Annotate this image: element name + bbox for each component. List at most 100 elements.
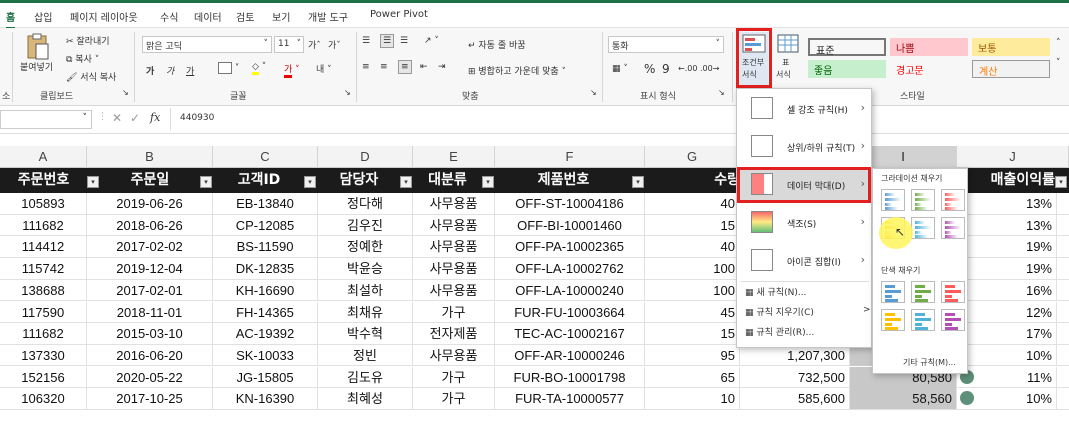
cell-order-date[interactable]: 2017-10-25 bbox=[87, 388, 213, 410]
dialog-launcher-icon[interactable]: ↘ bbox=[122, 88, 129, 97]
font-color-button[interactable]: 가 ˅ bbox=[284, 62, 300, 78]
dialog-launcher-icon[interactable]: ↘ bbox=[590, 88, 597, 97]
cell-rep[interactable]: 최채유 bbox=[318, 301, 413, 323]
cell-product-no[interactable]: OFF-AR-10000246 bbox=[495, 344, 645, 366]
menu-item-manage-rules[interactable]: ▦ 규칙 관리(R)... bbox=[745, 325, 814, 345]
cell-rep[interactable]: 김우진 bbox=[318, 214, 413, 236]
header-cell[interactable]: 주문번호 bbox=[0, 168, 87, 193]
font-size-select[interactable]: 11 ˅ bbox=[274, 36, 304, 53]
shrink-font-button[interactable]: 가ˇ bbox=[328, 38, 341, 51]
cell-product-no[interactable]: OFF-LA-10002762 bbox=[495, 258, 645, 280]
cell-customer-id[interactable]: JG-15805 bbox=[213, 366, 318, 388]
cell-order-date[interactable]: 2019-12-04 bbox=[87, 258, 213, 280]
cell-product-no[interactable]: TEC-AC-10002167 bbox=[495, 323, 645, 345]
cell-quantity[interactable]: 15 bbox=[645, 214, 740, 236]
cell-product-no[interactable]: OFF-PA-10002365 bbox=[495, 236, 645, 258]
increase-indent-button[interactable]: ⇥ bbox=[438, 62, 446, 72]
cell-category[interactable]: 전자제품 bbox=[413, 323, 495, 345]
paste-button[interactable] bbox=[22, 32, 56, 62]
cell-rep[interactable]: 정빈 bbox=[318, 344, 413, 366]
cell-order-no[interactable]: 137330 bbox=[0, 344, 87, 366]
cell-quantity[interactable]: 95 bbox=[645, 344, 740, 366]
cell-order-no[interactable]: 115742 bbox=[0, 258, 87, 280]
menu-item-icon-sets[interactable]: 아이콘 집합(I) › bbox=[739, 243, 871, 279]
cell-category[interactable]: 사무용품 bbox=[413, 214, 495, 236]
format-as-table-button[interactable]: 표 서식 bbox=[776, 32, 800, 86]
align-right-button[interactable]: ≡ bbox=[398, 60, 412, 74]
merge-center-button[interactable]: ⊞ 병합하고 가운데 맞춤 ˅ bbox=[468, 64, 566, 77]
cell-margin[interactable]: 17% bbox=[957, 323, 1057, 345]
cell-margin[interactable]: 16% bbox=[957, 279, 1057, 301]
cell-quantity[interactable]: 100 bbox=[645, 279, 740, 301]
cell-quantity[interactable]: 45 bbox=[645, 301, 740, 323]
cell-product-no[interactable]: OFF-ST-10004186 bbox=[495, 193, 645, 214]
styles-scroll-up-icon[interactable]: ˄ bbox=[1056, 38, 1061, 48]
cell-quantity[interactable]: 65 bbox=[645, 366, 740, 388]
bold-button[interactable]: 가 bbox=[146, 64, 154, 77]
font-name-select[interactable]: 맑은 고딕 ˅ bbox=[142, 36, 272, 53]
wrap-text-button[interactable]: ↵ 자동 줄 바꿈 bbox=[468, 38, 526, 51]
enter-icon[interactable]: ✓ bbox=[130, 111, 140, 125]
comma-button[interactable]: 9 bbox=[662, 62, 670, 76]
cell-customer-id[interactable]: BS-11590 bbox=[213, 236, 318, 258]
cell-sales[interactable]: 1,207,300 bbox=[740, 344, 850, 366]
align-top-button[interactable]: ☰ bbox=[362, 36, 370, 46]
style-calculation[interactable]: 계산 bbox=[972, 60, 1050, 78]
cell-category[interactable]: 사무용품 bbox=[413, 193, 495, 214]
style-bad[interactable]: 나쁨 bbox=[890, 38, 968, 56]
cell-sales[interactable]: 732,500 bbox=[740, 366, 850, 388]
phonetic-button[interactable]: 내 ˅ bbox=[316, 62, 332, 75]
gradient-data-bar-swatch[interactable] bbox=[911, 189, 935, 211]
cell-rep[interactable]: 정다해 bbox=[318, 193, 413, 214]
cell-category[interactable]: 사무용품 bbox=[413, 344, 495, 366]
solid-data-bar-swatch[interactable] bbox=[941, 281, 965, 303]
gradient-data-bar-swatch[interactable] bbox=[941, 217, 965, 239]
cell-rep[interactable]: 김도유 bbox=[318, 366, 413, 388]
styles-scroll-down-icon[interactable]: ˅ bbox=[1056, 58, 1061, 68]
grow-font-button[interactable]: 가ˆ bbox=[308, 38, 321, 51]
cell-margin[interactable]: 12% bbox=[957, 301, 1057, 323]
cell-customer-id[interactable]: AC-19392 bbox=[213, 323, 318, 345]
cell-profit[interactable]: 58,560 bbox=[850, 388, 957, 410]
column-header-E[interactable]: E bbox=[413, 146, 495, 168]
solid-data-bar-swatch[interactable] bbox=[881, 281, 905, 303]
cell-sales[interactable]: 585,600 bbox=[740, 388, 850, 410]
cell-customer-id[interactable]: DK-12835 bbox=[213, 258, 318, 280]
menu-item-new-rule[interactable]: ▦ 새 규칙(N)... bbox=[745, 285, 806, 305]
tab-data[interactable]: 데이터 bbox=[194, 9, 222, 24]
cell-rep[interactable]: 박윤승 bbox=[318, 258, 413, 280]
column-header-C[interactable]: C bbox=[213, 146, 318, 168]
dialog-launcher-icon[interactable]: ↘ bbox=[718, 88, 725, 97]
menu-item-more-rules[interactable]: 기타 규칙(M)... bbox=[903, 357, 956, 368]
format-painter-button[interactable]: 🖌 서식 복사 bbox=[66, 70, 116, 83]
cell-margin[interactable]: 19% bbox=[957, 258, 1057, 280]
dialog-launcher-icon[interactable]: ↘ bbox=[344, 88, 351, 97]
cell-order-date[interactable]: 2019-06-26 bbox=[87, 193, 213, 214]
cell-order-no[interactable]: 105893 bbox=[0, 193, 87, 214]
tab-view[interactable]: 보기 bbox=[272, 9, 290, 24]
formula-input[interactable]: 440930 bbox=[180, 113, 214, 123]
filter-button[interactable]: ▾ bbox=[1055, 176, 1067, 188]
cell-margin[interactable]: 19% bbox=[957, 236, 1057, 258]
style-neutral[interactable]: 보통 bbox=[972, 38, 1050, 56]
cell-customer-id[interactable]: EB-13840 bbox=[213, 193, 318, 214]
tab-home[interactable]: 홈 bbox=[6, 9, 16, 29]
column-header-F[interactable]: F bbox=[495, 146, 645, 168]
tab-page-layout[interactable]: 페이지 레이아웃 bbox=[70, 9, 138, 24]
cell-margin[interactable]: 13% bbox=[957, 214, 1057, 236]
tab-power-pivot[interactable]: Power Pivot bbox=[370, 9, 428, 20]
menu-item-color-scales[interactable]: 색조(S) › bbox=[739, 205, 871, 241]
cell-customer-id[interactable]: KN-16390 bbox=[213, 388, 318, 410]
cell-customer-id[interactable]: SK-10033 bbox=[213, 344, 318, 366]
tab-developer[interactable]: 개발 도구 bbox=[308, 9, 348, 24]
menu-item-top-bottom-rules[interactable]: 상위/하위 규칙(T) › bbox=[739, 129, 871, 165]
cell-category[interactable]: 사무용품 bbox=[413, 236, 495, 258]
cell-rep[interactable]: 정예한 bbox=[318, 236, 413, 258]
filter-button[interactable]: ▾ bbox=[200, 176, 212, 188]
cell-category[interactable]: 가구 bbox=[413, 366, 495, 388]
cell-product-no[interactable]: OFF-BI-10001460 bbox=[495, 214, 645, 236]
decrease-indent-button[interactable]: ⇤ bbox=[420, 62, 428, 72]
cell-product-no[interactable]: FUR-FU-10003664 bbox=[495, 301, 645, 323]
italic-button[interactable]: 가 bbox=[166, 64, 174, 77]
header-cell[interactable]: 주문일 bbox=[100, 168, 200, 193]
